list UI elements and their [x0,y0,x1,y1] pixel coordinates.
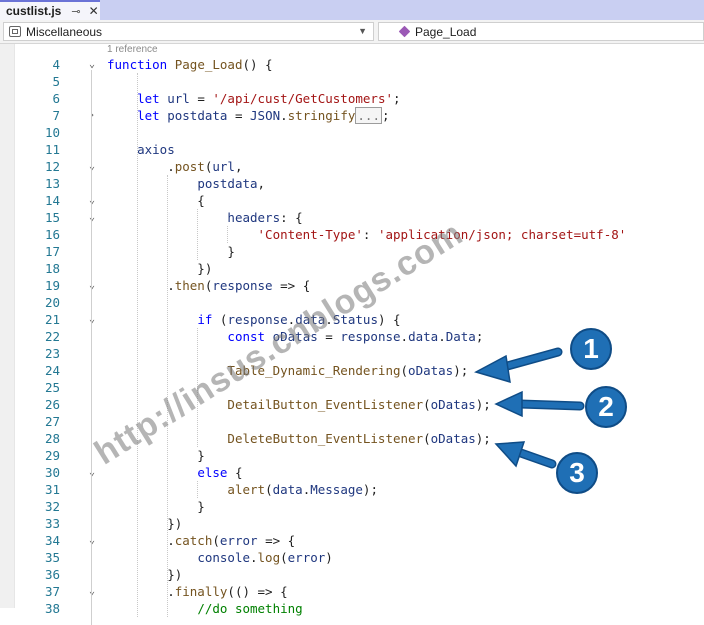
callout-3: 3 [556,452,598,494]
callout-2: 2 [585,386,627,428]
arrow-2 [494,390,585,418]
annotation-arrows [474,347,585,469]
arrow-3 [494,441,557,469]
arrow-1 [474,347,563,384]
callout-1: 1 [570,328,612,370]
